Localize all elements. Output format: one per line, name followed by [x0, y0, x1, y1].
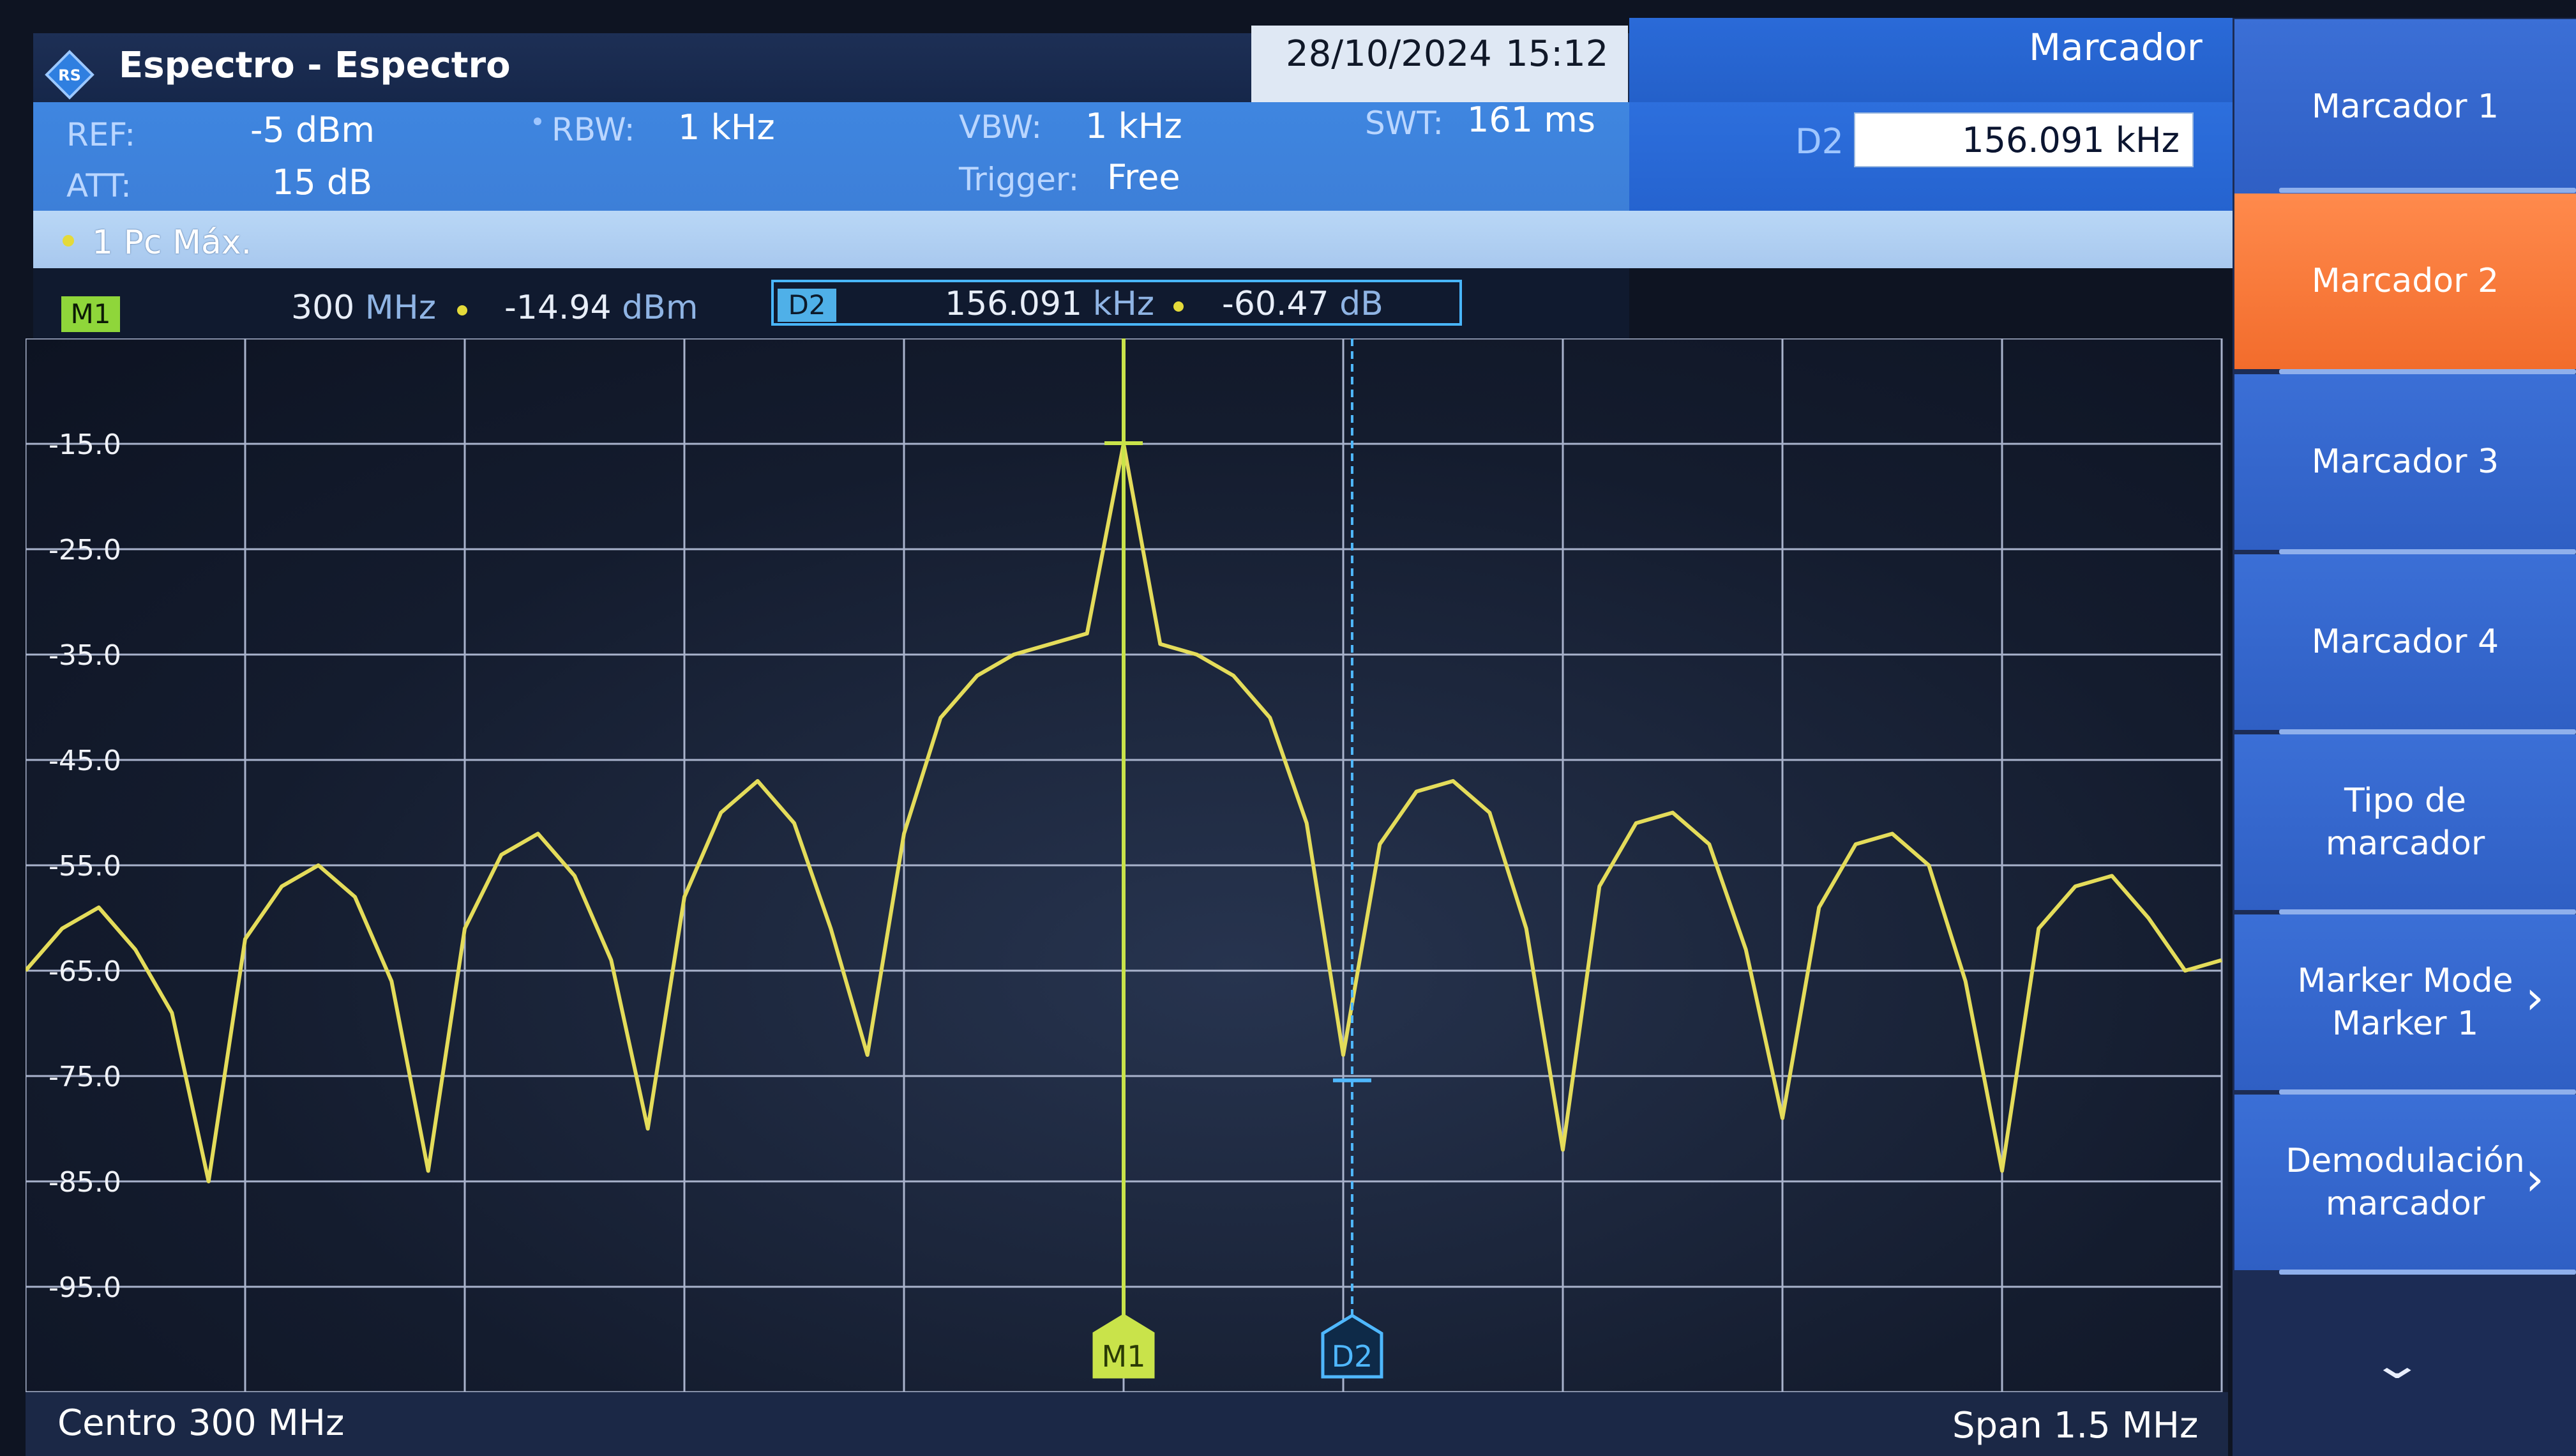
menu-marker-4-label: Marcador 4	[2311, 623, 2499, 662]
swt-label: SWT:	[1365, 105, 1444, 142]
y-tick-label: -75.0	[49, 1061, 121, 1093]
menu-divider	[2279, 188, 2576, 193]
menu-marker-1-label: Marcador 1	[2311, 87, 2499, 126]
swt-value[interactable]: 161 ms	[1467, 100, 1595, 140]
ref-value[interactable]: -5 dBm	[250, 110, 375, 150]
marker-panel-title: Marcador	[2029, 26, 2203, 69]
menu-divider	[2279, 369, 2576, 374]
d2-frequency-input[interactable]: 156.091 kHz	[1854, 112, 2194, 167]
menu-marker-demod-line2: marcador	[2325, 1184, 2485, 1223]
m1-frequency: 300 MHz	[291, 289, 436, 327]
rbw-value[interactable]: 1 kHz	[678, 107, 775, 148]
vbw-label: VBW:	[959, 109, 1043, 146]
menu-marker-type-button[interactable]: Tipo de marcador	[2234, 734, 2576, 910]
menu-divider	[2279, 1270, 2576, 1275]
menu-marker-mode-label: Marker Mode Marker 1	[2298, 960, 2513, 1045]
d2-entry-label: D2	[1795, 121, 1844, 162]
d2-frequency: 156.091 kHz	[945, 285, 1154, 323]
att-label: ATT:	[66, 167, 132, 204]
menu-marker-mode-button[interactable]: Marker Mode Marker 1	[2234, 914, 2576, 1090]
chevron-down-icon[interactable]: ⌄	[2370, 1341, 2425, 1388]
y-tick-label: -25.0	[49, 534, 121, 566]
menu-marker-2-label: Marcador 2	[2311, 262, 2499, 301]
d2-level-value: -60.47	[1222, 285, 1329, 323]
marker-tag-label: D2	[1332, 1339, 1373, 1374]
y-tick-label: -85.0	[49, 1166, 121, 1199]
vbw-value[interactable]: 1 kHz	[1085, 106, 1182, 146]
menu-marker-demod-button[interactable]: Demodulación marcador	[2234, 1095, 2576, 1270]
app-title: Espectro - Espectro	[119, 45, 511, 86]
spectrum-plot[interactable]: -15.0 -25.0 -35.0 -45.0 -55.0 -65.0 -75.0 -85.0…	[26, 338, 2228, 1392]
y-tick-label: -35.0	[49, 639, 121, 672]
y-tick-label: -15.0	[49, 428, 121, 461]
m1-freq-value: 300	[291, 289, 355, 327]
y-tick-label: -45.0	[49, 745, 121, 777]
m1-level-value: -14.94	[504, 289, 612, 327]
d2-badge[interactable]: D2	[778, 289, 836, 322]
rohde-schwarz-logo-icon: RS	[45, 50, 94, 100]
d2-freq-unit: kHz	[1092, 285, 1155, 323]
time-text: 15:12	[1505, 33, 1609, 75]
menu-divider	[2279, 729, 2576, 734]
span-label[interactable]: Span 1.5 MHz	[1952, 1405, 2198, 1446]
menu-divider	[2279, 1089, 2576, 1095]
menu-marker-type-line2: marcador	[2325, 824, 2485, 863]
rbw-label: RBW:	[552, 111, 635, 148]
d2-freq-value: 156.091	[945, 285, 1083, 323]
m1-level: -14.94 dBm	[504, 289, 698, 327]
menu-divider	[2279, 909, 2576, 914]
marker-d2[interactable]: D2	[1321, 338, 1383, 1379]
chevron-right-icon: ›	[2526, 1152, 2544, 1206]
marker-m1[interactable]: M1	[1092, 338, 1155, 1379]
menu-marker-4-button[interactable]: Marcador 4	[2234, 554, 2576, 730]
y-tick-label: -55.0	[49, 850, 121, 883]
svg-text:RS: RS	[58, 66, 81, 84]
menu-marker-mode-line2: Marker 1	[2331, 1004, 2479, 1043]
menu-marker-demod-line1: Demodulación	[2286, 1141, 2525, 1180]
att-value[interactable]: 15 dB	[272, 162, 372, 202]
y-tick-label: -65.0	[49, 955, 121, 988]
d2-level: -60.47 dB	[1222, 285, 1383, 323]
y-tick-label: -95.0	[49, 1271, 121, 1304]
menu-marker-2-button[interactable]: Marcador 2	[2234, 193, 2576, 369]
date-text: 28/10/2024	[1286, 33, 1492, 75]
trace-color-dot	[63, 235, 74, 246]
menu-marker-demod-label: Demodulación marcador	[2286, 1140, 2525, 1225]
marker-tag-label: M1	[1102, 1339, 1146, 1374]
menu-marker-mode-line1: Marker Mode	[2297, 961, 2513, 1000]
ref-label: REF:	[66, 116, 136, 153]
menu-marker-3-button[interactable]: Marcador 3	[2234, 374, 2576, 550]
m1-level-unit: dBm	[622, 289, 698, 327]
center-frequency-label[interactable]: Centro 300 MHz	[57, 1402, 344, 1444]
m1-freq-unit: MHz	[365, 289, 437, 327]
menu-marker-3-label: Marcador 3	[2311, 443, 2499, 482]
trace-info-bar	[33, 211, 2233, 268]
menu-marker-1-button[interactable]: Marcador 1	[2234, 19, 2576, 195]
trigger-label: Trigger:	[959, 161, 1080, 198]
chevron-right-icon: ›	[2526, 971, 2544, 1024]
menu-divider	[2279, 549, 2576, 554]
spectrum-chart[interactable]: -15.0 -25.0 -35.0 -45.0 -55.0 -65.0 -75.0 -85.0…	[26, 338, 2228, 1392]
trace-label[interactable]: 1 Pc Máx.	[92, 224, 252, 262]
m1-trace-dot	[457, 305, 467, 315]
rbw-indicator-dot	[534, 118, 541, 125]
m1-badge[interactable]: M1	[61, 296, 120, 332]
trigger-value[interactable]: Free	[1107, 157, 1180, 197]
menu-marker-type-label: Tipo de marcador	[2326, 780, 2485, 865]
menu-marker-type-line1: Tipo de	[2344, 781, 2466, 820]
status-footer	[26, 1392, 2228, 1456]
d2-trace-dot	[1173, 301, 1184, 312]
d2-level-unit: dB	[1339, 285, 1383, 323]
